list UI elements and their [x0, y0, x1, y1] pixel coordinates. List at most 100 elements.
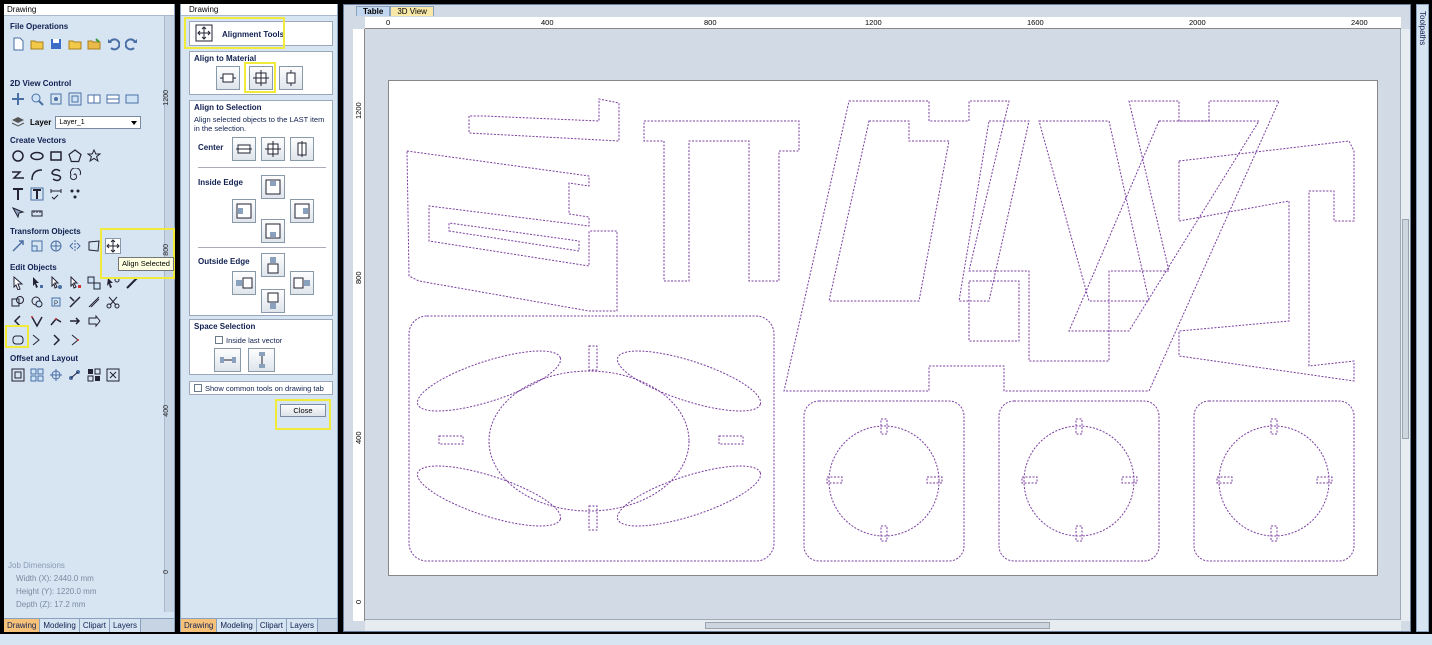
- zoom-window-icon[interactable]: [67, 91, 83, 107]
- intersect-icon[interactable]: P: [48, 294, 64, 310]
- align-inside-top-button[interactable]: [261, 175, 285, 199]
- circle-icon[interactable]: [10, 148, 26, 164]
- draw-icon[interactable]: [10, 205, 26, 221]
- close-vector-icon[interactable]: [10, 332, 26, 348]
- tab-layers[interactable]: Layers: [109, 619, 141, 632]
- horizontal-scrollbar[interactable]: [365, 619, 1401, 631]
- measure-icon[interactable]: [29, 205, 45, 221]
- align-inside-bottom-button[interactable]: [261, 219, 285, 243]
- nesting-icon[interactable]: [86, 367, 102, 383]
- export-icon[interactable]: [86, 36, 102, 52]
- fillet-icon[interactable]: [67, 186, 83, 202]
- new-file-icon[interactable]: [10, 36, 26, 52]
- smooth-icon[interactable]: [29, 332, 45, 348]
- tab-drawing[interactable]: Drawing: [181, 619, 218, 632]
- toolpaths-strip[interactable]: Toolpaths: [1416, 4, 1429, 632]
- undo-icon[interactable]: [105, 36, 121, 52]
- ungroup-icon[interactable]: [105, 275, 121, 291]
- text-icon[interactable]: [10, 186, 26, 202]
- align-material-left-right-button[interactable]: [216, 66, 240, 90]
- view-single-icon[interactable]: [124, 91, 140, 107]
- material-sheet[interactable]: [388, 80, 1378, 576]
- align-outside-bottom-button[interactable]: [261, 289, 285, 313]
- trim-icon[interactable]: [67, 294, 83, 310]
- view-layout-icon[interactable]: [86, 91, 102, 107]
- tab-3d-view[interactable]: 3D View: [390, 6, 434, 16]
- tab-modeling[interactable]: Modeling: [40, 619, 80, 632]
- distort-icon[interactable]: [86, 238, 102, 254]
- tab-table[interactable]: Table: [356, 6, 391, 16]
- scroll-thumb[interactable]: [705, 622, 1050, 629]
- curve-icon[interactable]: [29, 167, 45, 183]
- align-inside-right-button[interactable]: [290, 199, 314, 223]
- ellipse-icon[interactable]: [29, 148, 45, 164]
- show-common-tools-checkbox[interactable]: [194, 384, 202, 392]
- tab-modeling[interactable]: Modeling: [217, 619, 257, 632]
- group-icon[interactable]: [86, 275, 102, 291]
- redo-icon[interactable]: [124, 36, 140, 52]
- text-on-curve-icon[interactable]: [29, 186, 45, 202]
- select-icon[interactable]: [10, 275, 26, 291]
- tab-drawing[interactable]: Drawing: [4, 619, 41, 632]
- open-folder-icon[interactable]: [29, 36, 45, 52]
- align-outside-right-button[interactable]: [290, 271, 314, 295]
- spiral-icon[interactable]: [67, 167, 83, 183]
- layer-select[interactable]: Layer_1: [55, 115, 142, 129]
- node-edit-icon[interactable]: [29, 275, 45, 291]
- edit-tool-icon[interactable]: [124, 275, 140, 291]
- chevron-right-icon[interactable]: [48, 332, 64, 348]
- circular-array-icon[interactable]: [48, 367, 64, 383]
- auto-layout-icon[interactable]: [105, 367, 121, 383]
- interactive-select-icon[interactable]: [48, 275, 64, 291]
- align-material-top-bottom-button[interactable]: [279, 66, 303, 90]
- vertical-scrollbar[interactable]: [1400, 29, 1410, 621]
- dimension-icon[interactable]: [48, 186, 64, 202]
- rotate-icon[interactable]: [48, 238, 64, 254]
- v-shape-icon[interactable]: [29, 313, 45, 329]
- close-button[interactable]: Close: [280, 404, 326, 417]
- align-selected-icon[interactable]: [105, 238, 121, 254]
- align-center-vertical-button[interactable]: [290, 137, 314, 161]
- align-outside-top-button[interactable]: [261, 253, 285, 277]
- space-vertical-button[interactable]: [248, 348, 275, 372]
- pan-icon[interactable]: [10, 91, 26, 107]
- offset-icon[interactable]: [10, 367, 26, 383]
- s-curve-icon[interactable]: [48, 167, 64, 183]
- array-grid-icon[interactable]: [29, 367, 45, 383]
- rectangle-icon[interactable]: [48, 148, 64, 164]
- align-material-center-button[interactable]: [249, 66, 273, 90]
- import-icon[interactable]: [67, 36, 83, 52]
- align-center-both-button[interactable]: [261, 137, 285, 161]
- zoom-extents-icon[interactable]: [48, 91, 64, 107]
- join-icon[interactable]: [67, 313, 83, 329]
- move-icon[interactable]: [10, 238, 26, 254]
- star-icon[interactable]: [86, 148, 102, 164]
- scale-icon[interactable]: [29, 238, 45, 254]
- tab-layers[interactable]: Layers: [286, 619, 318, 632]
- scissors-icon[interactable]: [105, 294, 121, 310]
- copy-along-icon[interactable]: [67, 367, 83, 383]
- extend-icon[interactable]: [86, 294, 102, 310]
- mirror-icon[interactable]: [67, 238, 83, 254]
- align-center-horizontal-button[interactable]: [232, 137, 256, 161]
- weld-icon[interactable]: [10, 294, 26, 310]
- break-icon[interactable]: [67, 332, 83, 348]
- subtract-icon[interactable]: [29, 294, 45, 310]
- view-split-icon[interactable]: [105, 91, 121, 107]
- side-ruler-label: 800: [163, 244, 170, 256]
- polyline-icon[interactable]: [10, 167, 26, 183]
- align-inside-left-button[interactable]: [232, 199, 256, 223]
- polygon-icon[interactable]: [67, 148, 83, 164]
- scroll-thumb[interactable]: [1402, 219, 1409, 439]
- line-to-curve-icon[interactable]: [48, 313, 64, 329]
- tab-clipart[interactable]: Clipart: [256, 619, 287, 632]
- space-horizontal-button[interactable]: [214, 348, 241, 372]
- transform-edit-icon[interactable]: [67, 275, 83, 291]
- save-icon[interactable]: [48, 36, 64, 52]
- chevron-left-icon[interactable]: [10, 313, 26, 329]
- align-outside-left-button[interactable]: [232, 271, 256, 295]
- zoom-icon[interactable]: [29, 91, 45, 107]
- inside-last-vector-checkbox[interactable]: [215, 336, 223, 344]
- tab-clipart[interactable]: Clipart: [79, 619, 110, 632]
- offset-arrow-icon[interactable]: [86, 313, 102, 329]
